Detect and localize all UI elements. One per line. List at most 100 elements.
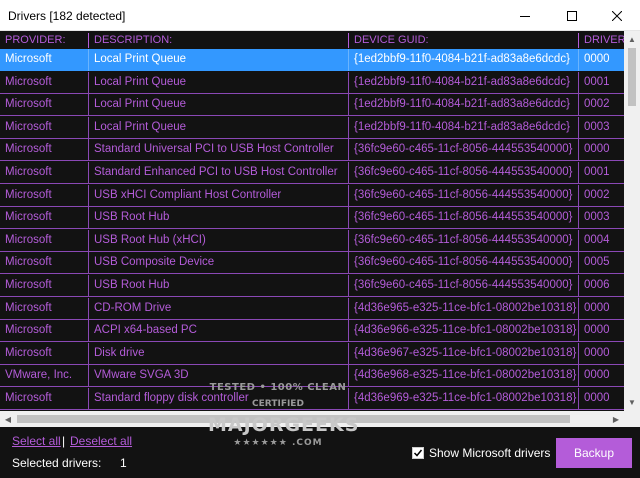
selected-drivers-count: 1 [120,456,127,470]
table-row[interactable]: Microsoft USB Root Hub {36fc9e60-c465-11cf… [0,275,624,297]
cell-description: VMware SVGA 3D [94,369,189,382]
cell-divider [348,49,349,71]
backup-button[interactable]: Backup [556,438,632,468]
cell-divider [88,184,89,207]
maximize-button[interactable] [549,0,595,31]
close-button[interactable] [594,0,640,31]
vertical-scrollbar[interactable]: ▲ ▼ [624,31,640,411]
cell-driver: 0000 [584,143,610,156]
cell-provider: Microsoft [5,346,52,359]
cell-description: CD-ROM Drive [94,301,172,314]
select-all-link[interactable]: Select all [12,434,61,448]
cell-divider [88,342,89,365]
minimize-button[interactable] [502,0,548,31]
table-row[interactable]: Microsoft Local Print Queue {1ed2bbf9-11f0… [0,94,624,117]
cell-divider [578,207,579,230]
cell-device-guid: {4d36e966-e325-11ce-bfc1-08002be10318} [354,324,577,337]
cell-device-guid: {36fc9e60-c465-11cf-8056-444553540000} [354,188,573,201]
cell-driver: 0002 [584,98,610,111]
cell-device-guid: {36fc9e60-c465-11cf-8056-444553540000} [354,256,573,269]
table-row[interactable]: Microsoft Standard floppy disk controller… [0,388,624,410]
table-row[interactable]: VMware, Inc. VMware SVGA 3D {4d36e968-e325… [0,365,624,388]
cell-device-guid: {1ed2bbf9-11f0-4084-b21f-ad83a8e6dcdc} [354,53,570,65]
cell-provider: Microsoft [5,75,52,88]
cell-description: Standard floppy disk controller [94,392,249,404]
cell-divider [348,207,349,230]
cell-divider [578,365,579,388]
scroll-left-arrow-icon[interactable]: ◀ [0,411,16,427]
column-header-driver[interactable]: DRIVER [579,31,624,49]
show-microsoft-label[interactable]: Show Microsoft drivers [429,446,550,460]
cell-device-guid: {4d36e965-e325-11ce-bfc1-08002be10318} [354,301,577,314]
cell-driver: 0006 [584,279,610,291]
cell-provider: VMware, Inc. [5,369,73,382]
cell-divider [348,71,349,94]
table-row[interactable]: Microsoft USB Root Hub (xHCI) {36fc9e60-c4… [0,229,624,252]
cell-divider [578,252,579,275]
cell-provider: Microsoft [5,143,52,156]
cell-divider [348,252,349,275]
cell-description: USB Root Hub [94,279,170,291]
table-header: PROVIDER: DESCRIPTION: DEVICE GUID: DRIV… [0,31,624,49]
cell-divider [348,342,349,365]
cell-divider [88,49,89,71]
table-row[interactable]: Microsoft Standard Enhanced PCI to USB Ho… [0,162,624,184]
cell-provider: Microsoft [5,279,52,291]
cell-description: USB Composite Device [94,256,215,269]
cell-divider [578,342,579,365]
cell-divider [88,207,89,230]
scroll-down-arrow-icon[interactable]: ▼ [624,394,640,411]
cell-description: Standard Enhanced PCI to USB Host Contro… [94,166,338,178]
cell-device-guid: {36fc9e60-c465-11cf-8056-444553540000} [354,143,573,156]
vertical-scroll-thumb[interactable] [628,48,636,106]
cell-divider [348,275,349,297]
table-row[interactable]: Microsoft Local Print Queue {1ed2bbf9-11f0… [0,49,624,71]
column-header-device-guid[interactable]: DEVICE GUID: [349,31,578,49]
cell-description: ACPI x64-based PC [94,324,197,337]
cell-divider [88,297,89,320]
cell-description: USB xHCI Compliant Host Controller [94,188,282,201]
cell-driver: 0001 [584,75,610,88]
cell-provider: Microsoft [5,98,52,111]
table-row[interactable]: Microsoft USB xHCI Compliant Host Control… [0,184,624,207]
table-row[interactable]: Microsoft Local Print Queue {1ed2bbf9-11f0… [0,71,624,94]
deselect-all-link[interactable]: Deselect all [70,434,132,448]
cell-divider [348,184,349,207]
cell-divider [88,365,89,388]
cell-divider [578,229,579,252]
table-row[interactable]: Microsoft Disk drive {4d36e967-e325-11ce-b… [0,342,624,365]
cell-divider [88,116,89,139]
column-header-provider[interactable]: PROVIDER: [0,31,88,49]
maximize-icon [567,10,577,21]
table-row[interactable]: Microsoft CD-ROM Drive {4d36e965-e325-11ce… [0,297,624,320]
cell-divider [578,320,579,343]
table-row[interactable]: Microsoft Local Print Queue {1ed2bbf9-11f0… [0,116,624,139]
cell-provider: Microsoft [5,256,52,269]
cell-divider [578,139,579,162]
scroll-right-arrow-icon[interactable]: ▶ [608,411,624,427]
cell-driver: 0001 [584,166,610,178]
show-microsoft-checkbox[interactable] [412,447,424,459]
cell-divider [88,320,89,343]
cell-divider [578,116,579,139]
cell-divider [88,94,89,117]
table-row[interactable]: Microsoft Standard Universal PCI to USB H… [0,139,624,162]
cell-divider [88,162,89,184]
cell-driver: 0005 [584,256,610,269]
cell-divider [348,162,349,184]
cell-divider [578,275,579,297]
cell-divider [88,139,89,162]
table-row[interactable]: Microsoft USB Composite Device {36fc9e60-c… [0,252,624,275]
scroll-up-arrow-icon[interactable]: ▲ [624,31,640,48]
table-row[interactable]: Microsoft ACPI x64-based PC {4d36e966-e325… [0,320,624,343]
table-row[interactable]: Microsoft USB Root Hub {36fc9e60-c465-11cf… [0,207,624,230]
horizontal-scroll-thumb[interactable] [17,415,570,423]
cell-device-guid: {1ed2bbf9-11f0-4084-b21f-ad83a8e6dcdc} [354,98,570,111]
cell-provider: Microsoft [5,324,52,337]
title-bar: Drivers [182 detected] [0,0,640,31]
cell-driver: 0000 [584,346,610,359]
cell-divider [348,320,349,343]
drivers-table[interactable]: PROVIDER: DESCRIPTION: DEVICE GUID: DRIV… [0,31,624,411]
horizontal-scrollbar[interactable]: ◀ ▶ [0,411,624,427]
column-header-description[interactable]: DESCRIPTION: [89,31,348,49]
